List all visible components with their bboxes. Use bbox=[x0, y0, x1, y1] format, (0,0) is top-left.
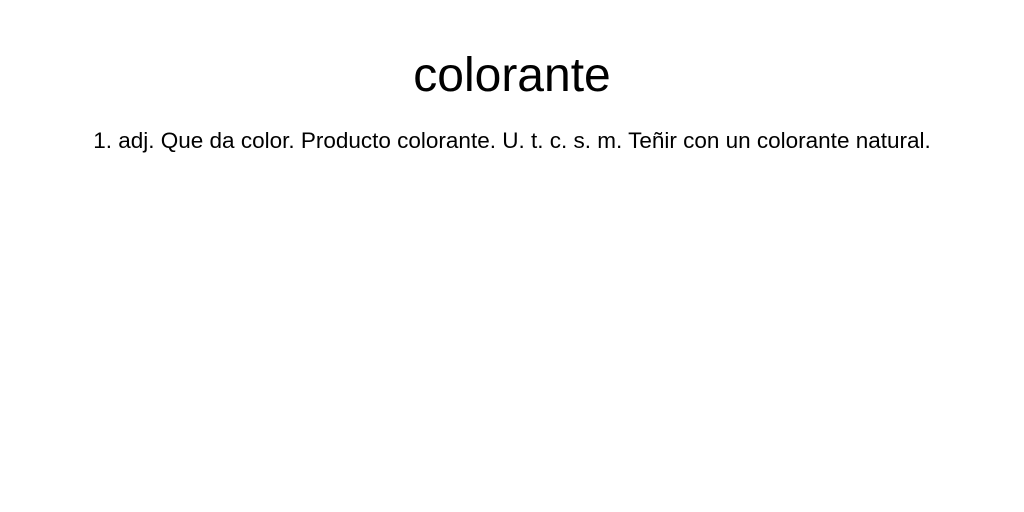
dictionary-entry: colorante 1. adj. Que da color. Producto… bbox=[0, 0, 1024, 160]
entry-word: colorante bbox=[413, 49, 611, 102]
entry-definition: 1. adj. Que da color. Producto colorante… bbox=[93, 128, 931, 153]
